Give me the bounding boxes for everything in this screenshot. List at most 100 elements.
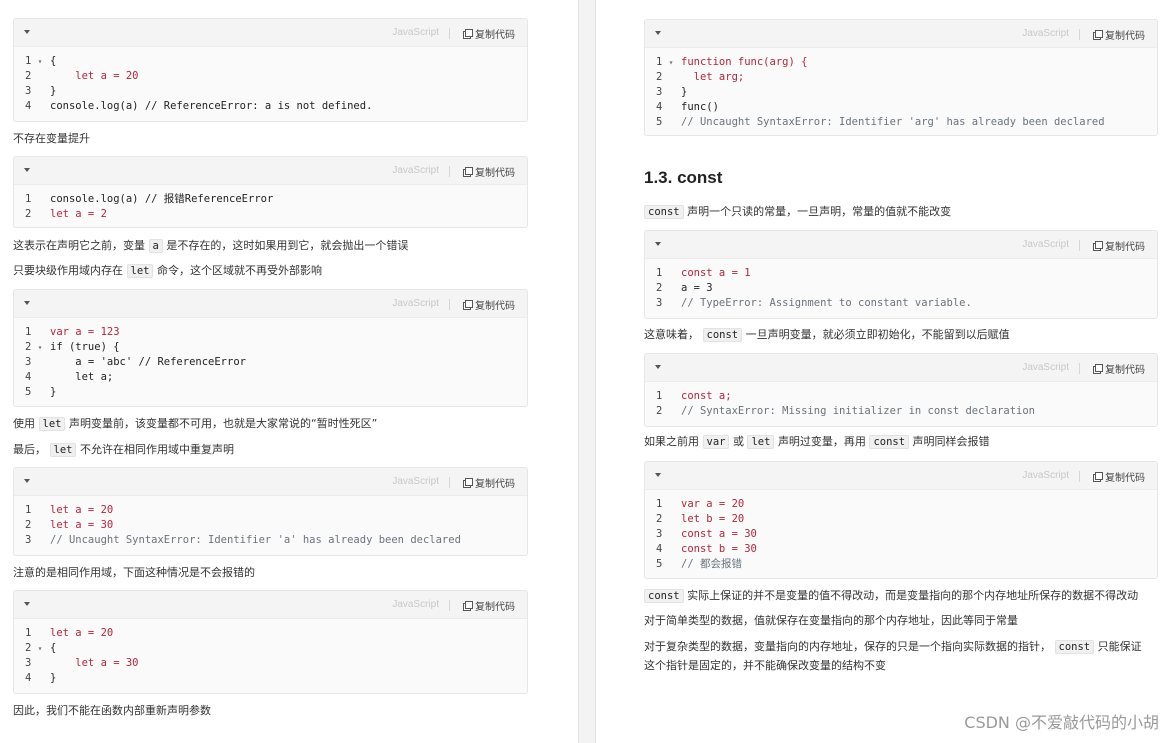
code-line: 2 ▾ if (true) {: [25, 341, 120, 353]
inline-code: const: [702, 328, 743, 342]
copy-code-button[interactable]: 复制代码: [1093, 238, 1145, 253]
code-line: 4}: [25, 672, 57, 684]
paragraph: 对于简单类型的数据，值就保存在变量指向的那个内存地址，因此等同于常量: [644, 614, 1018, 627]
collapse-caret-icon[interactable]: [24, 602, 30, 606]
copy-code-label: 复制代码: [1105, 242, 1145, 253]
code-block-header: JavaScript 复制代码: [14, 591, 527, 619]
code-line: 1 var a = 123: [25, 326, 120, 338]
code-line: 3 let a = 30: [25, 657, 139, 669]
code-line: 2a = 3: [656, 282, 713, 294]
code-body: 1 var a = 20 2 let b = 20 3 const a = 30 4c…: [645, 490, 1157, 578]
code-line: 1 var a = 20: [656, 498, 745, 510]
copy-code-button[interactable]: 复制代码: [463, 164, 515, 179]
copy-icon: [463, 167, 473, 177]
copy-code-label: 复制代码: [475, 168, 515, 179]
header-separator: [1079, 240, 1080, 251]
paragraph: 不存在变量提升: [13, 132, 90, 145]
collapse-caret-icon[interactable]: [24, 168, 30, 172]
paragraph: 最后， let 不允许在相同作用域中重复声明: [13, 443, 234, 457]
code-block: JavaScript 复制代码 1 console.log(a) // 报错Ref…: [13, 156, 528, 228]
collapse-caret-icon[interactable]: [655, 473, 661, 477]
paragraph: 这个指针是固定的，并不能确保改变量的结构不变: [644, 659, 886, 672]
copy-code-button[interactable]: 复制代码: [1093, 469, 1145, 484]
copy-code-button[interactable]: 复制代码: [463, 297, 515, 312]
code-line: 1 const a = 1: [656, 267, 751, 279]
copy-code-button[interactable]: 复制代码: [463, 475, 515, 490]
code-line: 2 let b = 20: [656, 513, 745, 525]
code-line: 4 console.log(a) // ReferenceError: a is …: [25, 100, 373, 112]
inline-code: let: [38, 417, 66, 431]
collapse-caret-icon[interactable]: [655, 242, 661, 246]
paragraph: 只要块级作用域内存在 let 命令，这个区域就不再受外部影响: [13, 264, 322, 278]
code-line: 3// Uncaught SyntaxError: Identifier 'a'…: [25, 534, 461, 546]
copy-code-label: 复制代码: [1105, 365, 1145, 376]
code-block-header: JavaScript 复制代码: [14, 468, 527, 496]
paragraph: 注意的是相同作用域，下面这种情况是不会报错的: [13, 566, 255, 579]
code-line: 5}: [25, 386, 57, 398]
copy-code-button[interactable]: 复制代码: [1093, 361, 1145, 376]
paragraph: 因此，我们不能在函数内部重新声明参数: [13, 704, 211, 717]
code-block: JavaScript 复制代码 1 var a = 123 2 ▾ if (true…: [13, 289, 528, 407]
code-line: 2// SyntaxError: Missing initializer in …: [656, 405, 1036, 417]
code-block: JavaScript 复制代码 1 ▾ function func(arg) { …: [644, 19, 1158, 136]
collapse-caret-icon[interactable]: [655, 365, 661, 369]
watermark: CSDN @不爱敲代码的小胡: [964, 713, 1159, 732]
paragraph: const 实际上保证的并不是变量的值不得改动，而是变量指向的那个内存地址所保存…: [644, 588, 1138, 604]
copy-code-label: 复制代码: [475, 301, 515, 312]
code-block: JavaScript 复制代码 1 const a = 1 2a = 3 3// …: [644, 230, 1158, 319]
right-page: JavaScript 复制代码 1 ▾ function func(arg) { …: [596, 0, 1173, 743]
code-block-header: JavaScript 复制代码: [14, 157, 527, 185]
copy-code-label: 复制代码: [475, 479, 515, 490]
code-body: 1 var a = 123 2 ▾ if (true) { 3 a = 'abc' …: [14, 318, 527, 406]
code-language-label: JavaScript: [392, 599, 439, 610]
code-language-label: JavaScript: [1022, 239, 1069, 250]
copy-code-label: 复制代码: [475, 602, 515, 613]
collapse-caret-icon[interactable]: [24, 30, 30, 34]
code-line: 1 let a = 20: [25, 627, 114, 639]
header-separator: [1079, 363, 1080, 374]
code-body: 1 const a = 1 2a = 3 3// TypeError: Assig…: [645, 259, 1157, 317]
copy-icon: [1093, 364, 1103, 374]
inline-code: var: [702, 435, 730, 449]
collapse-caret-icon[interactable]: [24, 479, 30, 483]
copy-code-label: 复制代码: [1105, 31, 1145, 42]
code-body: 1 console.log(a) // 报错ReferenceError 2 let…: [14, 185, 527, 227]
copy-code-label: 复制代码: [475, 30, 515, 41]
copy-code-button[interactable]: 复制代码: [1093, 27, 1145, 42]
inline-code: const: [869, 435, 910, 449]
header-separator: [449, 477, 450, 488]
code-body: 1 ▾{ 2 let a = 20 3} 4 console.log(a) // …: [14, 47, 527, 120]
copy-code-button[interactable]: 复制代码: [463, 26, 515, 41]
code-block-header: JavaScript 复制代码: [645, 354, 1157, 382]
code-block-header: JavaScript 复制代码: [645, 462, 1157, 490]
code-line: 2 ▾{: [25, 642, 57, 654]
copy-code-label: 复制代码: [1105, 473, 1145, 484]
code-language-label: JavaScript: [1022, 470, 1069, 481]
code-line: 3}: [25, 85, 57, 97]
code-line: 4 let a;: [25, 371, 114, 383]
code-language-label: JavaScript: [392, 298, 439, 309]
code-line: 2 let a = 20: [25, 70, 139, 82]
collapse-caret-icon[interactable]: [655, 31, 661, 35]
paragraph: 这表示在声明它之前，变量 a 是不存在的，这时如果用到它，就会抛出一个错误: [13, 239, 409, 253]
paragraph: 使用 let 声明变量前，该变量都不可用，也就是大家常说的“暂时性死区”: [13, 417, 378, 431]
code-line: 3// TypeError: Assignment to constant va…: [656, 297, 972, 309]
copy-icon: [1093, 472, 1103, 482]
code-line: 2 let a = 30: [25, 519, 114, 531]
code-line: 2 let a = 2: [25, 208, 107, 220]
code-language-label: JavaScript: [392, 476, 439, 487]
code-block-header: JavaScript 复制代码: [645, 20, 1157, 48]
page-divider: [578, 0, 596, 743]
code-language-label: JavaScript: [392, 27, 439, 38]
header-separator: [449, 299, 450, 310]
collapse-caret-icon[interactable]: [24, 301, 30, 305]
paragraph: 这意味着， const 一旦声明变量，就必须立即初始化，不能留到以后赋值: [644, 328, 1010, 342]
header-separator: [1079, 29, 1080, 40]
code-line: 1 let a = 20: [25, 504, 114, 516]
code-line: 4 const b = 30: [656, 543, 757, 555]
code-line: 1 console.log(a) // 报错ReferenceError: [25, 193, 274, 205]
code-line: 1 const a;: [656, 390, 732, 402]
code-line: 3 const a = 30: [656, 528, 757, 540]
copy-code-button[interactable]: 复制代码: [463, 598, 515, 613]
inline-code: const: [1054, 640, 1095, 654]
